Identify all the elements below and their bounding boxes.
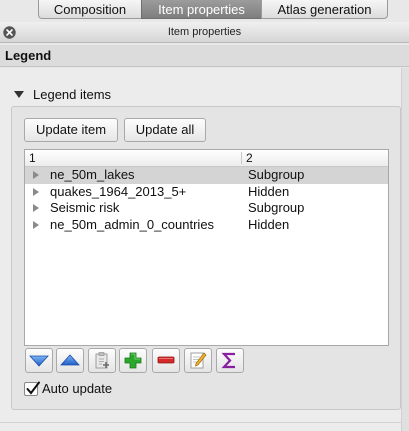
row-kind: Subgroup bbox=[248, 167, 305, 182]
tree-row[interactable]: ne_50m_admin_0_countries Hidden bbox=[25, 217, 388, 234]
count-features-button[interactable] bbox=[216, 348, 244, 373]
column-header-2[interactable]: 2 bbox=[246, 150, 253, 166]
row-name: Seismic risk bbox=[50, 200, 120, 215]
update-all-button[interactable]: Update all bbox=[124, 118, 206, 142]
add-group-button[interactable] bbox=[88, 348, 116, 373]
dock-title-bar: Item properties bbox=[0, 22, 409, 43]
column-divider[interactable] bbox=[241, 152, 242, 164]
dock-title: Item properties bbox=[167, 26, 242, 38]
tab-composition[interactable]: Composition bbox=[38, 0, 142, 19]
row-kind: Hidden bbox=[248, 216, 290, 232]
legend-tree[interactable]: 1 2 ne_50m_lakes Subgroup quakes_1964_20… bbox=[24, 149, 389, 346]
divider bbox=[0, 422, 401, 423]
tree-header: 1 2 bbox=[25, 150, 388, 167]
remove-item-button[interactable] bbox=[152, 348, 180, 373]
section-title: Legend bbox=[0, 45, 409, 67]
tree-row[interactable]: quakes_1964_2013_5+ Hidden bbox=[25, 184, 388, 201]
vertical-scrollbar[interactable] bbox=[401, 68, 409, 431]
expand-arrow-icon[interactable] bbox=[33, 187, 39, 196]
auto-update-label[interactable]: Auto update bbox=[42, 381, 112, 397]
row-name: ne_50m_admin_0_countries bbox=[50, 216, 215, 232]
column-header-1[interactable]: 1 bbox=[29, 150, 36, 166]
tab-bar: Composition Item properties Atlas genera… bbox=[0, 0, 409, 20]
move-up-button[interactable] bbox=[56, 348, 84, 373]
expand-arrow-icon[interactable] bbox=[33, 204, 39, 212]
update-item-button[interactable]: Update item bbox=[24, 118, 118, 142]
tree-row[interactable]: ne_50m_lakes Subgroup bbox=[25, 167, 388, 184]
move-down-button[interactable] bbox=[25, 348, 53, 373]
group-title[interactable]: Legend items bbox=[33, 87, 111, 103]
row-name: ne_50m_lakes bbox=[50, 167, 135, 182]
row-kind: Subgroup bbox=[248, 200, 305, 215]
expand-arrow-icon[interactable] bbox=[33, 220, 39, 229]
row-name: quakes_1964_2013_5+ bbox=[50, 183, 187, 199]
auto-update-checkbox[interactable] bbox=[24, 381, 40, 396]
row-kind: Hidden bbox=[248, 183, 290, 199]
tab-item-properties[interactable]: Item properties bbox=[141, 0, 262, 19]
edit-item-button[interactable] bbox=[184, 348, 212, 373]
collapse-triangle-icon[interactable] bbox=[14, 91, 24, 98]
add-item-button[interactable] bbox=[119, 348, 147, 373]
tree-row[interactable]: Seismic risk Subgroup bbox=[25, 200, 388, 217]
expand-arrow-icon[interactable] bbox=[33, 171, 39, 179]
tab-atlas-generation[interactable]: Atlas generation bbox=[261, 0, 388, 19]
